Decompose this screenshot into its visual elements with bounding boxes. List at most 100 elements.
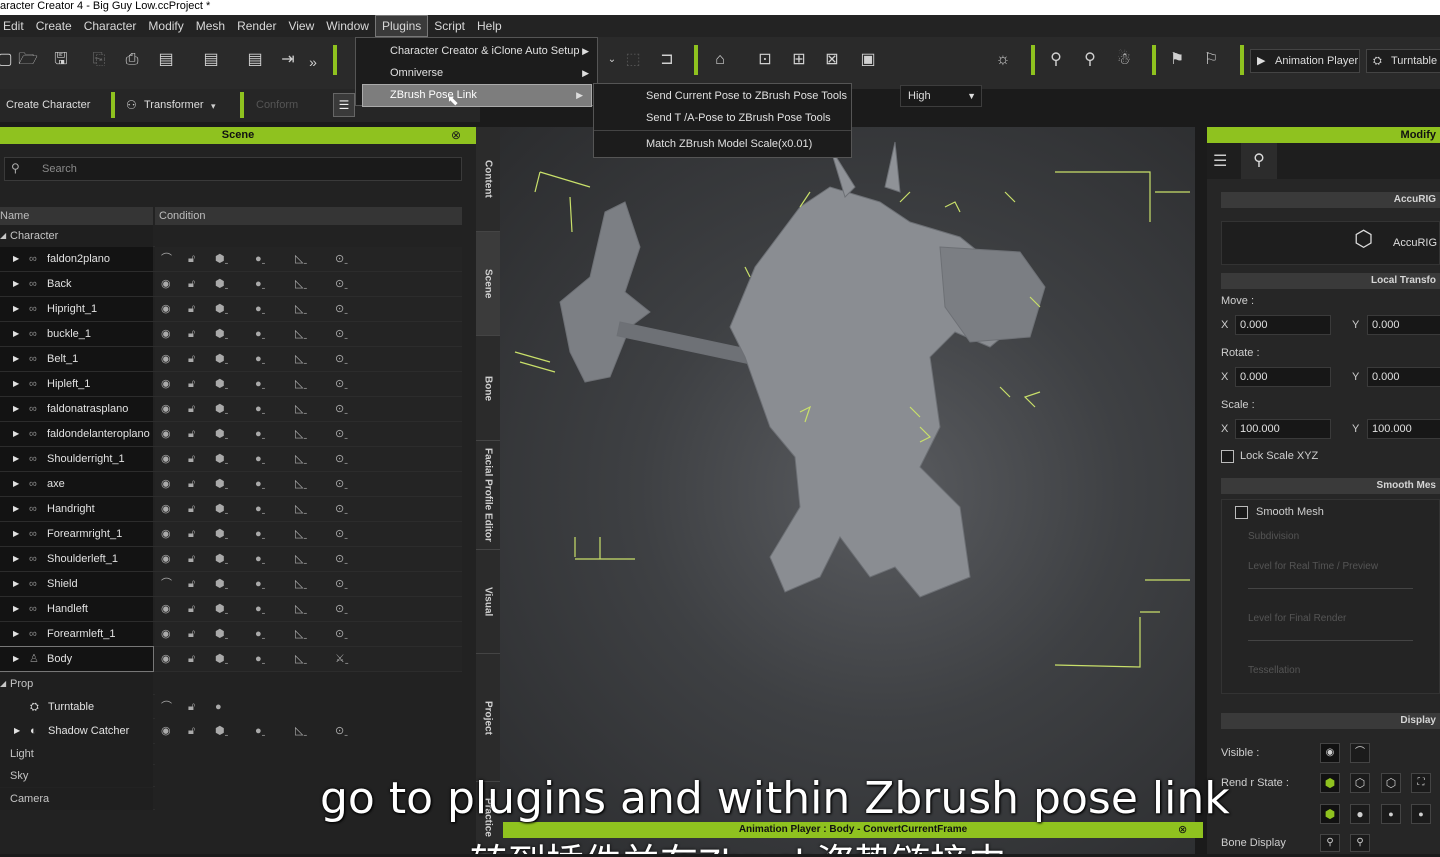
move-y-field[interactable]: 0.000 [1367, 315, 1440, 335]
expand-icon[interactable]: ▶ [13, 372, 19, 396]
menu-render[interactable]: Render [231, 15, 282, 37]
material-icon[interactable]: ●ˍ [255, 297, 265, 321]
menu-create[interactable]: Create [30, 15, 78, 37]
lock-icon[interactable]: 🔓︎ [188, 447, 195, 471]
turntable-button[interactable]: ⛭ Turntable [1366, 49, 1440, 73]
expand-icon[interactable]: ▶ [13, 347, 19, 371]
align-icon[interactable]: ⊐ [656, 49, 678, 71]
lock-icon[interactable]: 🔓︎ [188, 397, 195, 421]
material-icon[interactable]: ●ˍ [255, 247, 265, 271]
hidden-icon[interactable]: ⌒ [1350, 743, 1370, 763]
shading-icon[interactable]: ⬢ˍ [215, 347, 228, 371]
obj-icon[interactable]: ▤ [155, 49, 177, 71]
shaded-sphere-icon[interactable]: ⬢ [1320, 804, 1340, 824]
material-icon[interactable]: ●ˍ [255, 622, 265, 646]
shading-icon[interactable]: ⬢ˍ [215, 422, 228, 446]
shading-icon[interactable]: ⬢ˍ [215, 572, 228, 596]
lock-icon[interactable]: 🔓︎ [188, 719, 195, 743]
shading-icon[interactable]: ⬢ˍ [215, 647, 228, 671]
eye-icon[interactable]: ◉ [161, 322, 171, 346]
lock-icon[interactable]: 🔓︎ [188, 272, 195, 296]
material-icon[interactable]: ●ˍ [255, 572, 265, 596]
lock-icon[interactable]: 🔓︎ [188, 347, 195, 371]
menu-character[interactable]: Character [78, 15, 143, 37]
wireframe-icon[interactable]: ⬡ [1381, 773, 1401, 793]
animation-player-button[interactable]: ▶ Animation Player [1250, 49, 1360, 73]
shading-icon[interactable]: ⬢ˍ [215, 397, 228, 421]
lock-icon[interactable]: 🔓︎ [188, 547, 195, 571]
lock-icon[interactable]: 🔓︎ [188, 372, 195, 396]
character-icon[interactable]: ☃ [1113, 49, 1135, 71]
material-icon[interactable]: ●ˍ [255, 647, 265, 671]
menu-window[interactable]: Window [320, 15, 375, 37]
physics-icon[interactable]: ◺ˍ [295, 472, 307, 496]
menu-help[interactable]: Help [471, 15, 508, 37]
more-icon[interactable]: » [302, 51, 324, 73]
hidden-icon[interactable]: ⌒ [161, 247, 172, 271]
bone-alt-icon[interactable]: ⚲ [1350, 834, 1370, 852]
column-header-name[interactable]: Name [0, 207, 153, 225]
expand-icon[interactable]: ▶ [13, 522, 19, 546]
expand-icon[interactable]: ▶ [13, 597, 19, 621]
fbx-icon[interactable]: ▤ [200, 49, 222, 71]
table-row[interactable]: ▶ ∞ Shield ⌒ 🔓︎ ⬢ˍ ●ˍ ◺ˍ ⊙ˍ [0, 572, 462, 597]
rotate-x-field[interactable]: 0.000 [1235, 367, 1331, 387]
material-icon[interactable]: ●ˍ [255, 522, 265, 546]
material-icon[interactable]: ●ˍ [255, 347, 265, 371]
physics-icon[interactable]: ◺ˍ [295, 247, 307, 271]
target-icon[interactable]: ⊙ˍ [335, 297, 348, 321]
expand-icon[interactable]: ▶ [13, 472, 19, 496]
eye-icon[interactable]: ◉ [161, 422, 171, 446]
new-icon[interactable]: ▢ [0, 49, 16, 71]
section-display[interactable]: Display [1221, 713, 1440, 729]
physics-icon[interactable]: ◺ˍ [295, 322, 307, 346]
table-row[interactable]: ▶ ∞ faldonatrasplano ◉ 🔓︎ ⬢ˍ ●ˍ ◺ˍ ⊙ˍ [0, 397, 462, 422]
target-icon[interactable]: ⊙ˍ [335, 272, 348, 296]
physics-icon[interactable]: ◺ˍ [295, 372, 307, 396]
eye-icon[interactable]: ◉ [161, 372, 171, 396]
expand-icon[interactable]: ▶ [13, 497, 19, 521]
eye-icon[interactable]: ◉ [161, 522, 171, 546]
shading-icon[interactable]: ⬢ˍ [215, 522, 228, 546]
menu-script[interactable]: Script [428, 15, 471, 37]
shading-icon[interactable]: ⬢ˍ [215, 447, 228, 471]
table-row[interactable]: ▶ ∞ Forearmright_1 ◉ 🔓︎ ⬢ˍ ●ˍ ◺ˍ ⊙ˍ [0, 522, 462, 547]
bone-icon[interactable]: ⚲ [1045, 49, 1067, 71]
expand-icon[interactable]: ▶ [13, 547, 19, 571]
eye-icon[interactable]: ◉ [161, 597, 171, 621]
expand-icon[interactable]: ▶ [13, 247, 19, 271]
lock-scale-checkbox[interactable] [1221, 450, 1234, 463]
lock-icon[interactable]: 🔓︎ [188, 322, 195, 346]
lock-icon[interactable]: 🔓︎ [188, 472, 195, 496]
physics-icon[interactable]: ◺ˍ [295, 297, 307, 321]
move-x-field[interactable]: 0.000 [1235, 315, 1331, 335]
tab-content[interactable]: Content [476, 127, 500, 232]
close-icon[interactable]: ⊗ [1178, 823, 1187, 836]
material-icon[interactable]: ●ˍ [255, 272, 265, 296]
lock-icon[interactable]: 🔓︎ [188, 572, 195, 596]
expand-icon[interactable]: ▶ [13, 397, 19, 421]
material-icon[interactable]: ●ˍ [255, 547, 265, 571]
eye-icon[interactable]: ◉ [161, 272, 171, 296]
pose-icon[interactable]: ⚲ [1079, 49, 1101, 71]
accurig-button[interactable]: ⬡ AccuRIG [1221, 221, 1440, 265]
menu-edit[interactable]: Edit [0, 15, 30, 37]
light-icon[interactable]: ☼ [992, 49, 1014, 71]
menu-view[interactable]: View [282, 15, 320, 37]
menu-item-send-current-pose[interactable]: Send Current Pose to ZBrush Pose Tools [594, 86, 851, 106]
level-realtime-slider[interactable] [1248, 588, 1413, 589]
collapse-icon[interactable]: ◢ [0, 673, 6, 695]
shading-icon[interactable]: ⬢ˍ [215, 597, 228, 621]
eye-icon[interactable]: ◉ [161, 497, 171, 521]
physics-icon[interactable]: ◺ˍ [295, 597, 307, 621]
material-icon[interactable]: ●ˍ [255, 472, 265, 496]
shading-icon[interactable]: ⬢ˍ [215, 297, 228, 321]
table-row[interactable]: ▶ ∞ Shoulderright_1 ◉ 🔓︎ ⬢ˍ ●ˍ ◺ˍ ⊙ˍ [0, 447, 462, 472]
table-row[interactable]: ▶ ∞ Shoulderleft_1 ◉ 🔓︎ ⬢ˍ ●ˍ ◺ˍ ⊙ˍ [0, 547, 462, 572]
table-row[interactable]: ▶ ∞ buckle_1 ◉ 🔓︎ ⬢ˍ ●ˍ ◺ˍ ⊙ˍ [0, 322, 462, 347]
bone-icon[interactable]: ⚔ˍ [335, 647, 349, 671]
physics-icon[interactable]: ◺ˍ [295, 422, 307, 446]
table-row[interactable]: ▶ ∞ Handright ◉ 🔓︎ ⬢ˍ ●ˍ ◺ˍ ⊙ˍ [0, 497, 462, 522]
target-icon[interactable]: ⊙ˍ [335, 422, 348, 446]
material-icon[interactable]: ●ˍ [255, 422, 265, 446]
